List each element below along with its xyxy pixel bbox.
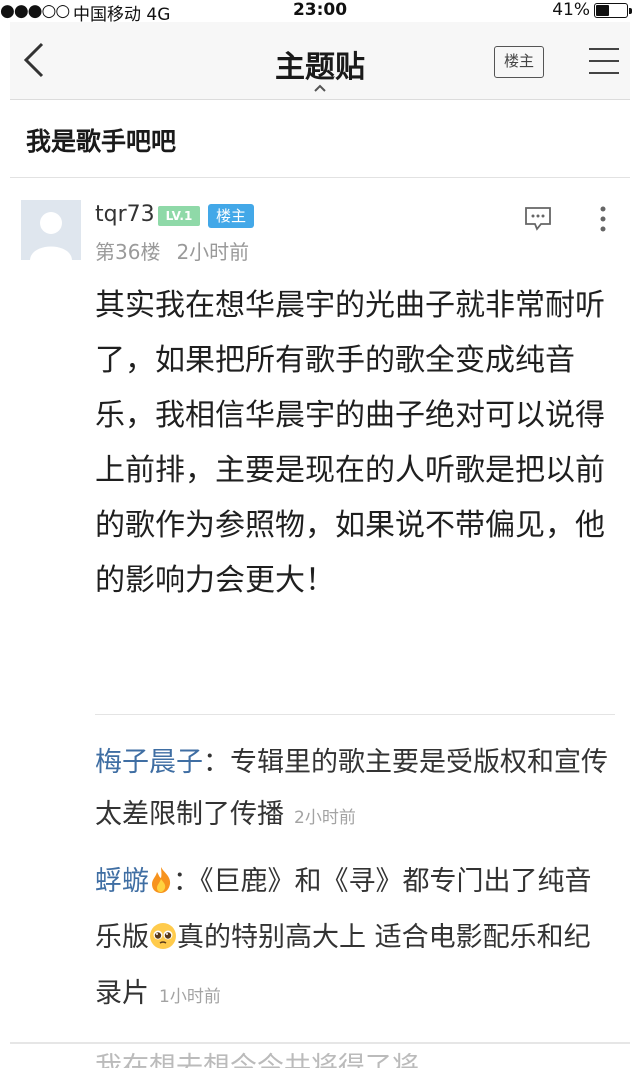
- nav-bar: 主题贴 楼主: [10, 22, 630, 100]
- battery-percent: 41%: [552, 0, 590, 20]
- status-bar: ●●●○○ 中国移动 4G 23:00 41%: [0, 0, 640, 25]
- fire-emoji-icon: [149, 860, 173, 912]
- reply-item[interactable]: 蜉蝣 ：《巨鹿》和《寻》都专门出了纯音乐版 真的特别高大上 适合电影配乐和纪录片 1小…: [95, 856, 615, 1023]
- reply-item[interactable]: 梅子晨子：专辑里的歌主要是受版权和宣传太差限制了传播 2小时前: [95, 737, 615, 844]
- clock: 23:00: [292, 0, 348, 20]
- reply-username[interactable]: 蜉蝣: [95, 866, 149, 897]
- divider: [10, 1042, 630, 1044]
- comment-icon[interactable]: [524, 206, 552, 232]
- reply-time: 2小时前: [294, 808, 356, 828]
- thread-title[interactable]: 我是歌手吧吧: [26, 122, 176, 158]
- back-chevron-icon[interactable]: [18, 40, 52, 80]
- pleading-face-emoji-icon: [149, 916, 177, 968]
- floor-number: 第36楼: [95, 240, 161, 264]
- menu-icon[interactable]: [588, 46, 620, 76]
- battery-icon: [594, 3, 632, 18]
- avatar[interactable]: [21, 200, 81, 260]
- more-vertical-icon[interactable]: [598, 204, 608, 234]
- thread-header: 我是歌手吧吧: [10, 100, 630, 178]
- reply-separator: ：: [203, 747, 230, 778]
- op-badge: 楼主: [208, 204, 254, 228]
- reply-list: 梅子晨子：专辑里的歌主要是受版权和宣传太差限制了传播 2小时前 蜉蝣 ：《巨鹿》和《…: [95, 714, 615, 1035]
- caret-up-icon[interactable]: [312, 78, 328, 92]
- partial-reply-text: 我在想去想今今共将得了将: [95, 1052, 419, 1068]
- op-only-button[interactable]: 楼主: [494, 46, 544, 78]
- reply-time: 1小时前: [159, 987, 221, 1007]
- reply-username[interactable]: 梅子晨子: [95, 747, 203, 778]
- level-badge: LV.1: [158, 206, 200, 226]
- post-body: 其实我在想华晨宇的光曲子就非常耐听了，如果把所有歌手的歌全变成纯音乐，我相信华晨…: [95, 288, 605, 598]
- post-meta: 第36楼 2小时前: [95, 236, 249, 265]
- post: tqr73 LV.1 楼主 第36楼 2小时前 其实我在想华晨宇的光曲子就非常耐听…: [10, 178, 630, 1042]
- reply-separator: ：: [173, 866, 200, 897]
- post-time: 2小时前: [176, 240, 250, 264]
- post-username[interactable]: tqr73: [95, 202, 155, 227]
